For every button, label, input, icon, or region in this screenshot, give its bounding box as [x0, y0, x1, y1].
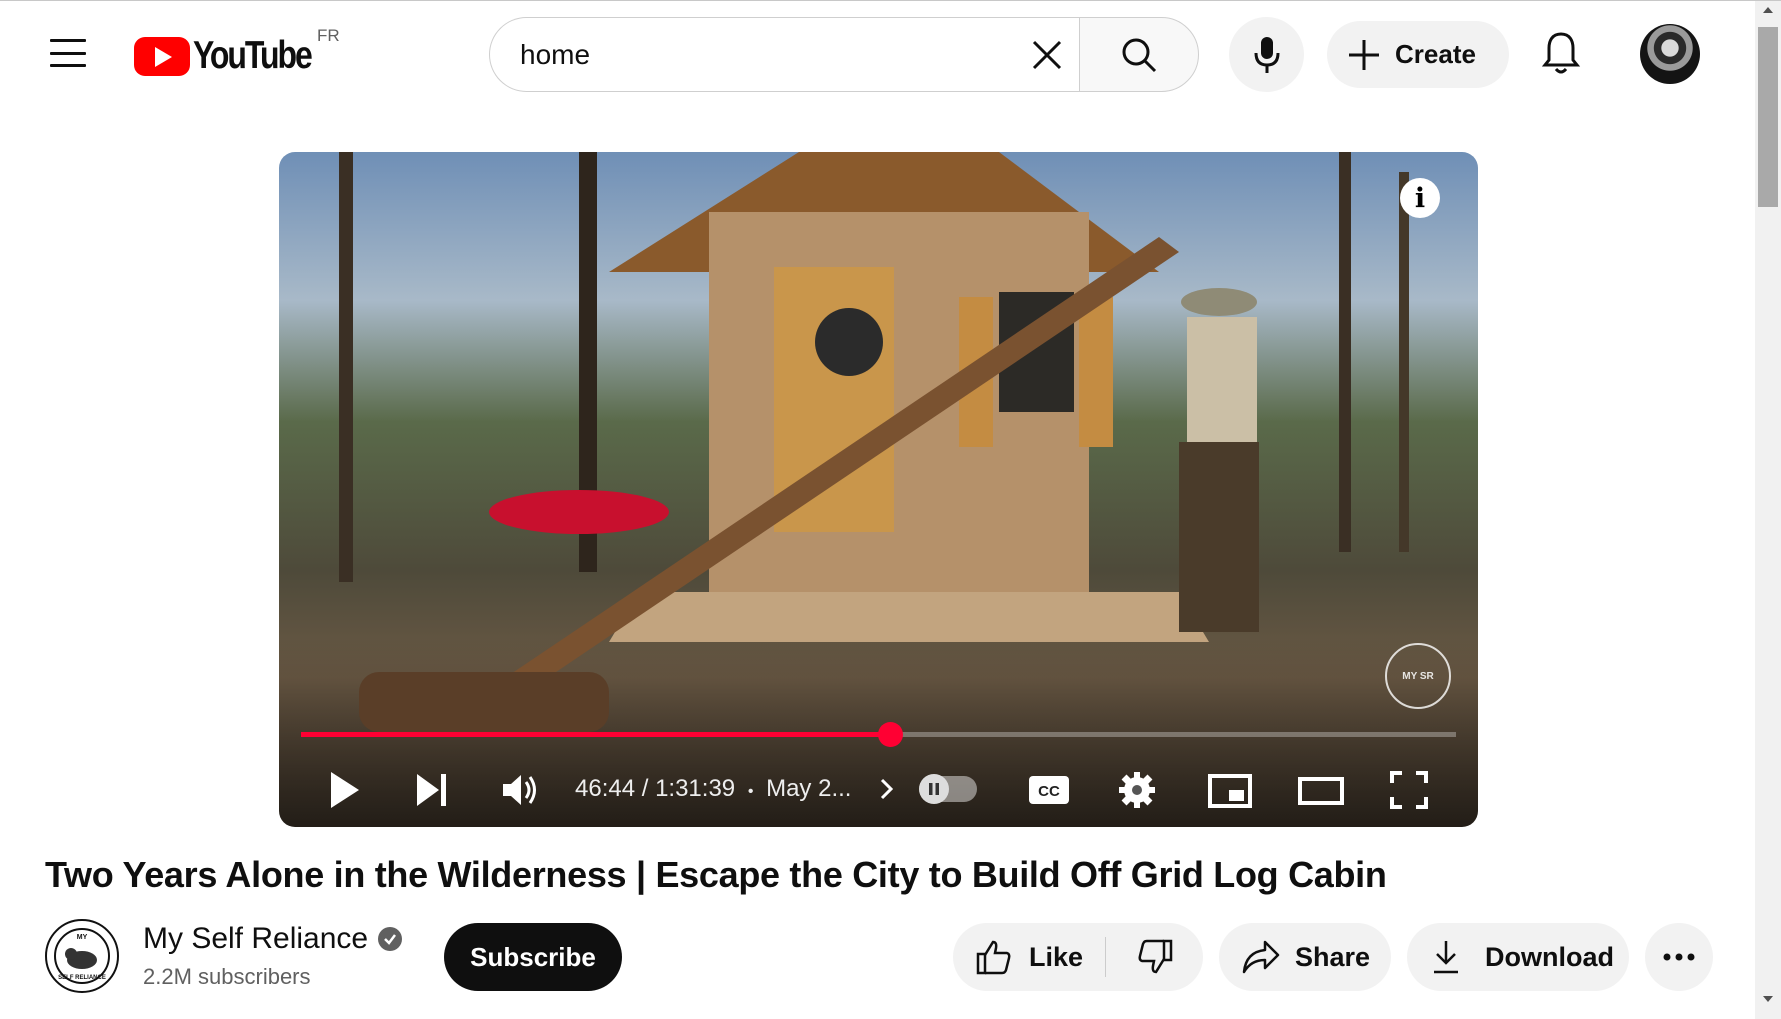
player-controls: 46:44 / 1:31:39 • May 2... CC [279, 762, 1478, 822]
bear-logo-icon: MY SELF RELIANCE [54, 928, 110, 984]
youtube-logo[interactable]: YouTube [134, 34, 337, 78]
like-label: Like [1029, 941, 1084, 972]
scroll-down-arrow-icon[interactable] [1763, 996, 1773, 1002]
svg-text:CC: CC [1038, 783, 1060, 800]
progress-scrubber-handle[interactable] [878, 722, 904, 747]
svg-text:SELF RELIANCE: SELF RELIANCE [58, 975, 106, 981]
scrollbar-thumb[interactable] [1758, 27, 1778, 207]
microphone-icon [1254, 36, 1279, 73]
subscribe-button[interactable]: Subscribe [444, 923, 622, 991]
search-icon [1122, 38, 1157, 72]
more-actions-button[interactable] [1645, 923, 1713, 991]
channel-name[interactable]: My Self Reliance [143, 922, 403, 956]
like-dislike-group: Like [953, 923, 1203, 991]
subscriber-count: 2.2M subscribers [143, 964, 311, 989]
video-player[interactable]: i MY SR 46:44 / 1:31:39 • May 2... CC [279, 152, 1478, 827]
chevron-right-icon[interactable] [877, 774, 897, 804]
youtube-play-logo-icon [134, 36, 190, 76]
video-title: Two Years Alone in the Wilderness | Esca… [45, 854, 1387, 895]
create-label: Create [1395, 39, 1476, 69]
share-button[interactable]: Share [1219, 923, 1391, 991]
volume-icon[interactable] [501, 770, 541, 810]
next-video-icon[interactable] [415, 770, 449, 810]
account-avatar[interactable] [1640, 24, 1700, 84]
download-label: Download [1485, 941, 1614, 972]
settings-gear-icon[interactable] [1117, 770, 1157, 810]
captions-icon[interactable]: CC [1027, 770, 1071, 810]
search-input[interactable] [520, 38, 980, 71]
progress-bar[interactable] [301, 722, 1456, 747]
dislike-button[interactable] [1106, 923, 1203, 991]
youtube-watch-page: YouTube FR Create [0, 0, 1781, 1019]
chapter-title[interactable]: May 2... [766, 775, 851, 802]
share-arrow-icon [1242, 940, 1280, 974]
play-icon[interactable] [327, 770, 361, 810]
svg-text:MY: MY [77, 934, 88, 941]
theater-mode-icon[interactable] [1297, 770, 1345, 810]
thumbs-down-icon [1138, 939, 1172, 974]
fullscreen-icon[interactable] [1389, 770, 1429, 810]
pause-icon [919, 774, 949, 804]
notifications-bell-icon[interactable] [1541, 30, 1581, 76]
channel-avatar[interactable]: MY SELF RELIANCE [45, 919, 119, 993]
time-display: 46:44 / 1:31:39 • May 2... [575, 775, 851, 803]
progress-played [301, 732, 891, 737]
create-button[interactable]: Create [1327, 21, 1509, 88]
more-horizontal-icon [1663, 953, 1695, 961]
download-icon [1434, 941, 1458, 974]
region-code: FR [317, 26, 340, 45]
verified-check-icon [378, 927, 403, 951]
clear-search-icon[interactable] [1026, 34, 1068, 76]
search-box [489, 17, 1080, 92]
like-button[interactable]: Like [953, 923, 1105, 991]
time-value: 46:44 / 1:31:39 [575, 775, 736, 802]
time-separator: • [747, 783, 754, 800]
plus-icon [1349, 39, 1379, 70]
autoplay-toggle[interactable] [919, 774, 977, 804]
voice-search-button[interactable] [1229, 17, 1304, 92]
info-icon[interactable]: i [1400, 178, 1440, 218]
page-scrollbar[interactable] [1755, 1, 1781, 1019]
thumbs-up-icon [976, 940, 1011, 975]
menu-icon[interactable] [50, 39, 86, 67]
channel-name-text: My Self Reliance [143, 922, 369, 955]
miniplayer-icon[interactable] [1207, 770, 1253, 810]
download-button[interactable]: Download [1407, 923, 1629, 991]
search-button[interactable] [1079, 17, 1199, 92]
scroll-up-arrow-icon[interactable] [1763, 7, 1773, 13]
logo-text: YouTube [193, 34, 313, 77]
channel-watermark-logo[interactable]: MY SR [1385, 643, 1451, 709]
video-frame-image [339, 152, 1409, 732]
share-label: Share [1295, 941, 1371, 972]
